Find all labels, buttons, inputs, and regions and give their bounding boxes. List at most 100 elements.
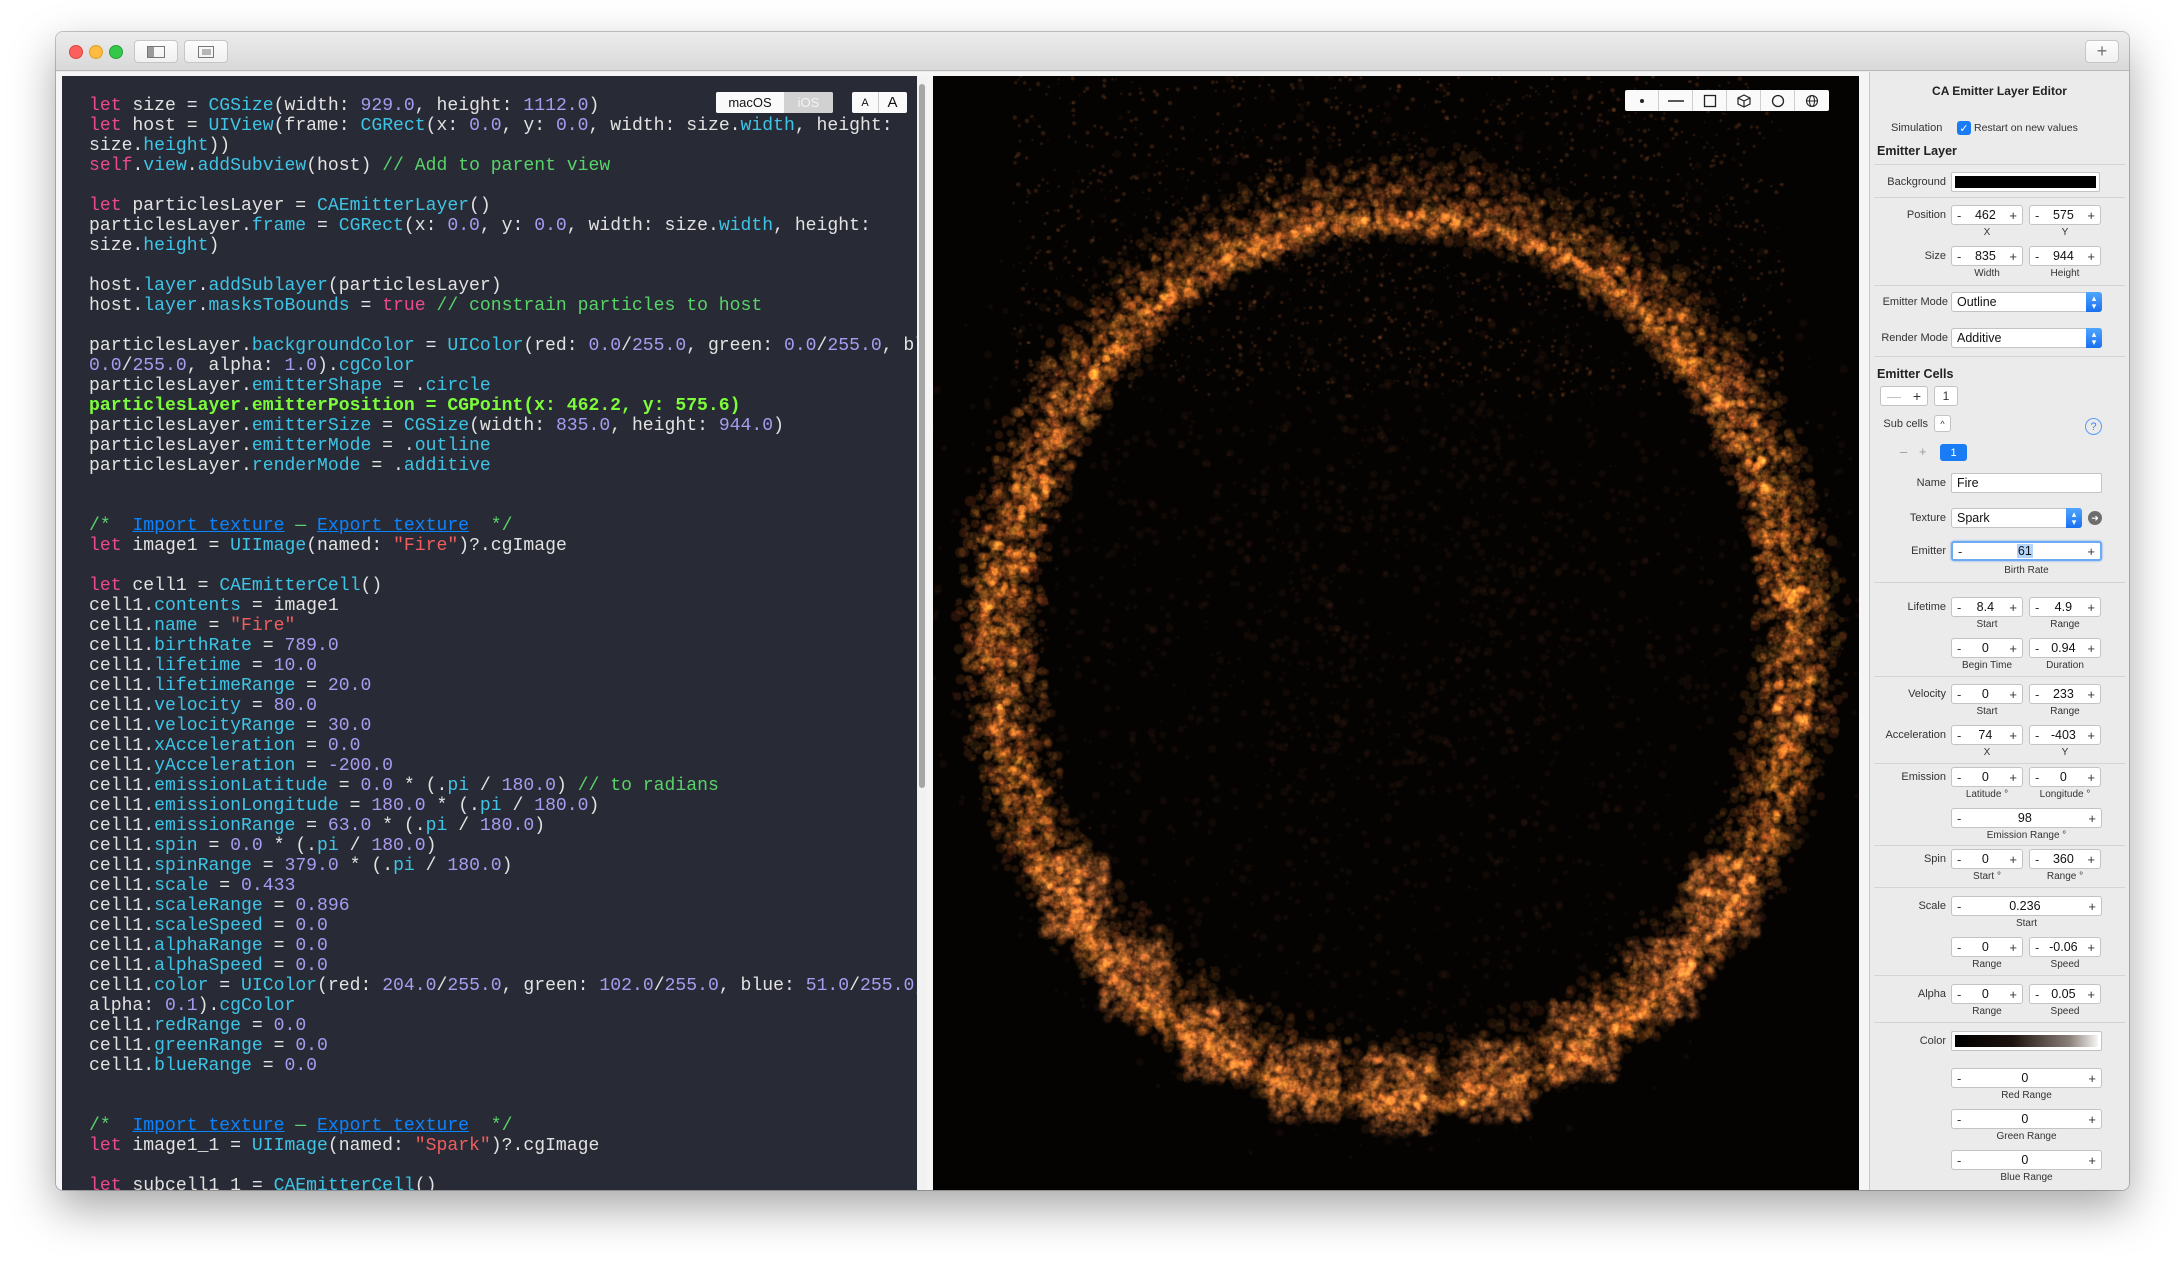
toggle-list-button[interactable] [184,40,228,63]
code-line[interactable]: cell1.emissionLatitude = 0.0 * (.pi / 18… [89,776,919,796]
line-shape-button[interactable] [1659,90,1693,111]
begin-time-stepper[interactable]: -0 + [1951,638,2023,658]
code-line[interactable]: cell1.emissionLongitude = 180.0 * (.pi /… [89,796,919,816]
texture-link[interactable]: Import texture [132,1116,284,1136]
emitter-mode-popup[interactable]: Outline ▴ ▾ [1951,292,2102,312]
code-line[interactable]: particlesLayer.emitterMode = .outline [89,436,919,456]
add-subcell-button[interactable]: + [1919,444,1927,459]
remove-cell-button[interactable]: — [1887,388,1901,404]
code-line[interactable]: particlesLayer.emitterPosition = CGPoint… [89,396,919,416]
code-line[interactable]: /* Import texture — Export texture */ [89,1116,919,1136]
background-color-well[interactable] [1951,172,2100,192]
size-width-stepper[interactable]: -835 + [1951,246,2023,266]
position-y-stepper[interactable]: -575 + [2029,205,2101,225]
acceleration-x-stepper[interactable]: -74 + [1951,725,2023,745]
birth-rate-stepper[interactable]: -61 + [1951,541,2102,561]
code-line[interactable] [89,316,919,336]
texture-popup[interactable]: Spark ▴ ▾ [1951,508,2082,528]
code-line[interactable]: let cell1 = CAEmitterCell() [89,576,919,596]
blue-range-stepper[interactable]: -0 + [1951,1150,2102,1170]
position-x-stepper[interactable]: -462 + [1951,205,2023,225]
code-line[interactable] [89,556,919,576]
cells-add-remove[interactable]: — + [1880,386,1928,406]
help-button[interactable]: ? [2085,418,2102,435]
texture-link[interactable]: Import texture [132,516,284,536]
emission-longitude-stepper[interactable]: -0 + [2029,767,2101,787]
texture-link[interactable]: Export texture [317,516,469,536]
minimize-button[interactable] [89,45,103,59]
code-line[interactable]: cell1.color = UIColor(red: 204.0/255.0, … [89,976,919,996]
font-size-selector[interactable]: A A [852,92,907,113]
code-line[interactable] [89,1076,919,1096]
code-line[interactable]: cell1.spinRange = 379.0 * (.pi / 180.0) [89,856,919,876]
spin-range-stepper[interactable]: -360 + [2029,849,2101,869]
code-line[interactable]: size.height)) [89,136,919,156]
code-line[interactable] [89,496,919,516]
cell-color-well[interactable] [1951,1031,2102,1051]
zoom-button[interactable] [109,45,123,59]
code-line[interactable]: host.layer.addSublayer(particlesLayer) [89,276,919,296]
lifetime-range-stepper[interactable]: -4.9 + [2029,597,2101,617]
velocity-range-stepper[interactable]: -233 + [2029,684,2101,704]
code-line[interactable]: cell1.scale = 0.433 [89,876,919,896]
cell-name-input[interactable]: Fire [1951,473,2102,493]
close-button[interactable] [69,45,83,59]
code-line[interactable] [89,1096,919,1116]
code-line[interactable]: cell1.blueRange = 0.0 [89,1056,919,1076]
code-line[interactable]: let image1 = UIImage(named: "Fire")?.cgI… [89,536,919,556]
texture-go-button[interactable]: ➜ [2088,511,2102,525]
code-line[interactable]: cell1.lifetime = 10.0 [89,656,919,676]
code-line[interactable] [89,256,919,276]
code-line[interactable]: cell1.alphaRange = 0.0 [89,936,919,956]
code-line[interactable]: particlesLayer.frame = CGRect(x: 0.0, y:… [89,216,919,236]
code-line[interactable]: cell1.contents = image1 [89,596,919,616]
scrollbar-thumb[interactable] [919,84,925,788]
code-line[interactable]: cell1.alphaSpeed = 0.0 [89,956,919,976]
code-line[interactable]: self.view.addSubview(host) // Add to par… [89,156,919,176]
emission-range-stepper[interactable]: -98 + [1951,808,2102,828]
code-line[interactable]: particlesLayer.renderMode = .additive [89,456,919,476]
code-line[interactable]: cell1.redRange = 0.0 [89,1016,919,1036]
duration-stepper[interactable]: -0.94 + [2029,638,2101,658]
code-line[interactable] [89,176,919,196]
code-line[interactable]: cell1.scaleSpeed = 0.0 [89,916,919,936]
code-line[interactable]: cell1.xAcceleration = 0.0 [89,736,919,756]
code-line[interactable]: cell1.spin = 0.0 * (.pi / 180.0) [89,836,919,856]
red-range-stepper[interactable]: -0 + [1951,1068,2102,1088]
acceleration-y-stepper[interactable]: - -403 + [2029,725,2101,745]
alpha-speed-stepper[interactable]: -0.05 + [2029,984,2101,1004]
texture-link[interactable]: Export texture [317,1116,469,1136]
circle-shape-button[interactable] [1761,90,1795,111]
font-smaller-button[interactable]: A [852,92,879,113]
code-line[interactable]: cell1.scaleRange = 0.896 [89,896,919,916]
spin-start-stepper[interactable]: -0 + [1951,849,2023,869]
render-mode-popup[interactable]: Additive ▴ ▾ [1951,328,2102,348]
code-line[interactable]: /* Import texture — Export texture */ [89,516,919,536]
code-line[interactable]: cell1.velocityRange = 30.0 [89,716,919,736]
code-line[interactable]: 0.0/255.0, alpha: 1.0).cgColor [89,356,919,376]
code-line[interactable]: cell1.velocity = 80.0 [89,696,919,716]
platform-macos-option[interactable]: macOS [716,92,784,113]
code-line[interactable]: alpha: 0.1).cgColor [89,996,919,1016]
code-line[interactable]: let host = UIView(frame: CGRect(x: 0.0, … [89,116,919,136]
scale-range-stepper[interactable]: -0 + [1951,937,2023,957]
toggle-sidebar-button[interactable] [134,40,178,63]
code-line[interactable]: size.height) [89,236,919,256]
sphere-shape-button[interactable] [1795,90,1829,111]
code-line[interactable]: cell1.emissionRange = 63.0 * (.pi / 180.… [89,816,919,836]
rectangle-shape-button[interactable] [1693,90,1727,111]
code-line[interactable]: cell1.name = "Fire" [89,616,919,636]
cuboid-shape-button[interactable] [1727,90,1761,111]
preview-shape-toolbar[interactable] [1625,90,1829,111]
code-line[interactable]: particlesLayer.emitterShape = .circle [89,376,919,396]
code-line[interactable]: let subcell1_1 = CAEmitterCell() [89,1176,919,1190]
point-shape-button[interactable] [1625,90,1659,111]
editor-scrollbar[interactable] [917,76,927,1190]
scale-speed-stepper[interactable]: - -0.06 + [2029,937,2101,957]
code-line[interactable]: cell1.greenRange = 0.0 [89,1036,919,1056]
scale-start-stepper[interactable]: -0.236 + [1951,896,2102,916]
emitter-preview[interactable] [933,76,1859,1190]
platform-selector[interactable]: macOS iOS [716,92,833,113]
sub-cells-collapse-button[interactable]: ^ [1934,415,1951,432]
code-line[interactable]: particlesLayer.backgroundColor = UIColor… [89,336,919,356]
